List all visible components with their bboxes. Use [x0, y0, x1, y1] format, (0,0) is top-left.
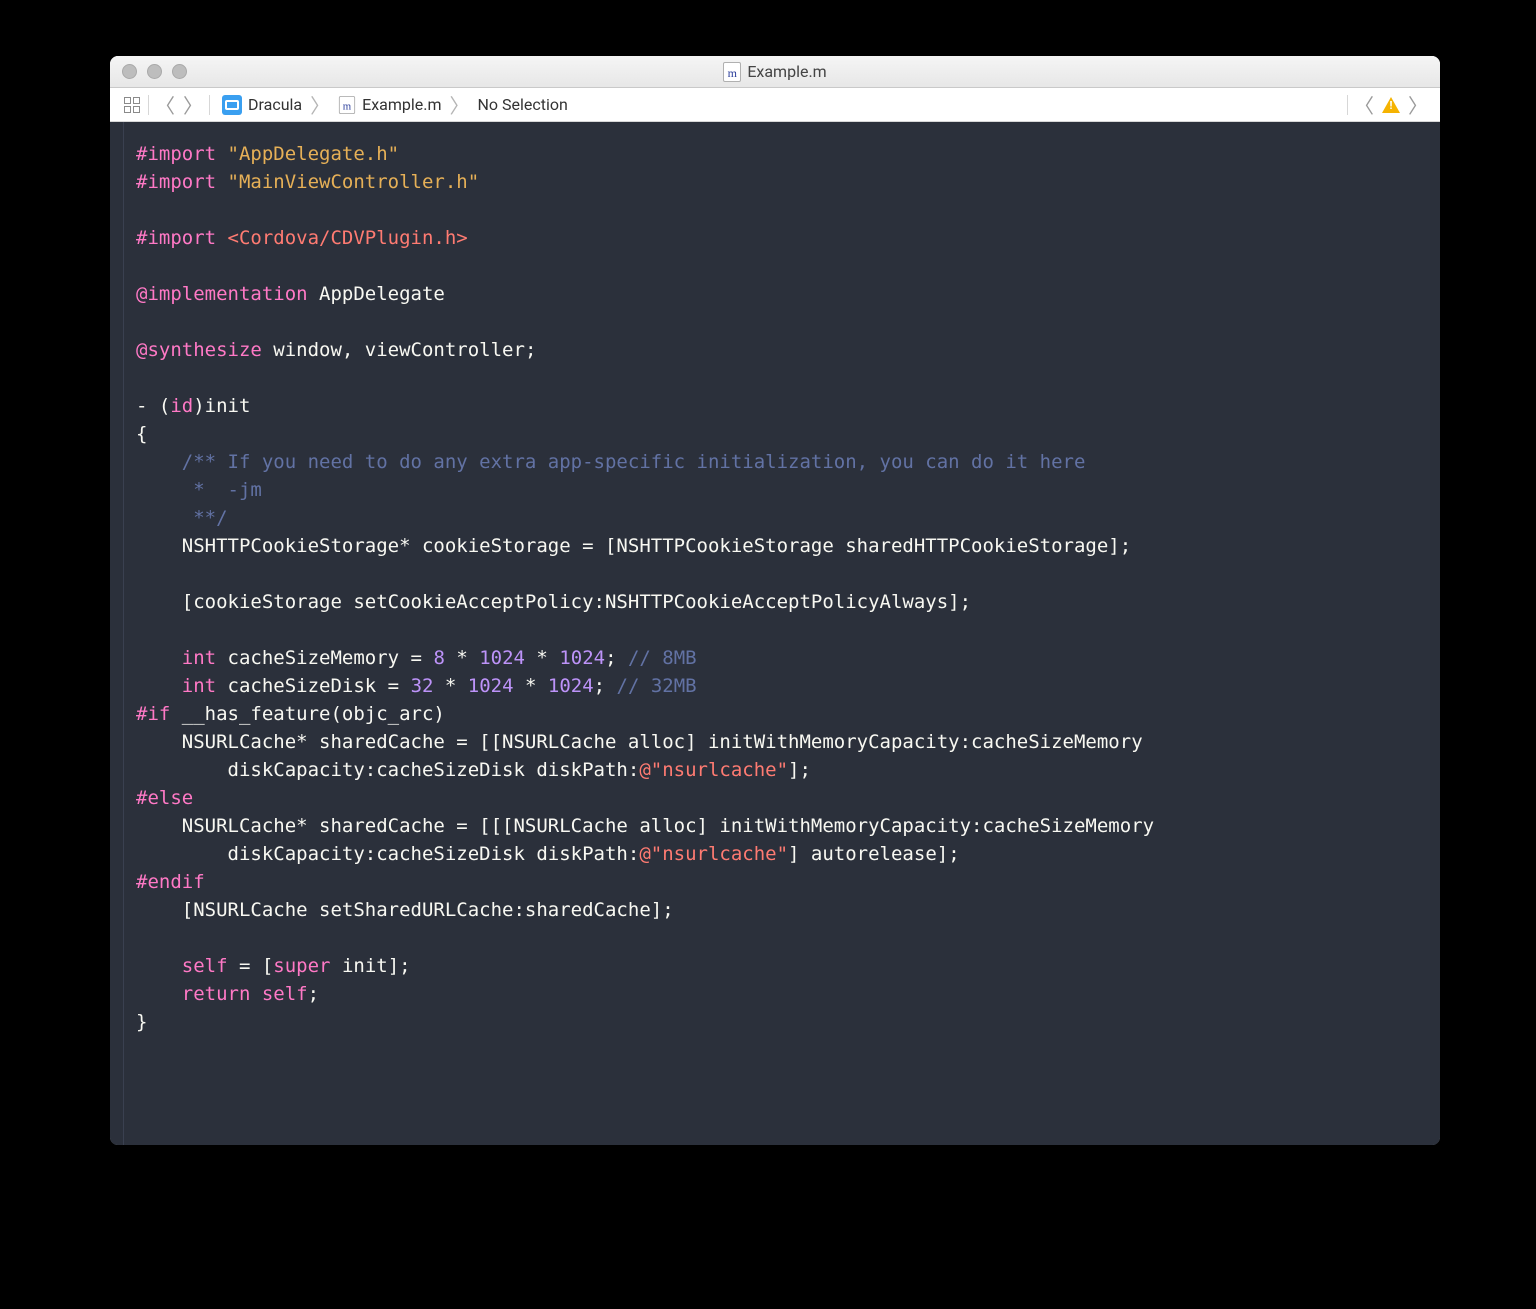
jump-bar: 〈 〉 Dracula 〉 Example.m 〉 No Selection 〈… [110, 88, 1440, 122]
editor-window: Example.m 〈 〉 Dracula 〉 Example.m 〉 No S… [110, 56, 1440, 1145]
related-items-button[interactable] [118, 92, 146, 118]
source-editor[interactable]: #import "AppDelegate.h" #import "MainVie… [124, 122, 1440, 1145]
separator [209, 95, 210, 115]
zoom-window-button[interactable] [172, 64, 187, 79]
nav-back-button[interactable]: 〈 [151, 92, 179, 118]
nav-forward-button[interactable]: 〉 [179, 92, 207, 118]
prev-issue-button[interactable]: 〈 [1350, 92, 1378, 118]
close-window-button[interactable] [122, 64, 137, 79]
objc-file-icon [339, 96, 355, 114]
crumb-selection[interactable]: No Selection [477, 95, 567, 114]
gutter[interactable] [110, 122, 124, 1145]
separator [1347, 95, 1348, 115]
project-icon [222, 95, 242, 115]
window-title-text: Example.m [747, 62, 826, 81]
titlebar[interactable]: Example.m [110, 56, 1440, 88]
objc-file-icon [723, 62, 741, 82]
crumb-file[interactable]: Example.m [362, 95, 441, 114]
breadcrumb: Dracula 〉 Example.m 〉 No Selection [212, 90, 578, 119]
separator [148, 95, 149, 115]
chevron-left-icon: 〈 [1354, 90, 1374, 119]
window-controls [110, 64, 187, 79]
chevron-right-icon: 〉 [183, 90, 203, 119]
minimize-window-button[interactable] [147, 64, 162, 79]
chevron-right-icon: 〉 [447, 90, 471, 119]
editor-area: #import "AppDelegate.h" #import "MainVie… [110, 122, 1440, 1145]
chevron-right-icon: 〉 [1408, 90, 1428, 119]
jump-bar-left: 〈 〉 Dracula 〉 Example.m 〉 No Selection [110, 90, 578, 119]
jump-bar-right: 〈 〉 [1345, 92, 1440, 118]
window-title: Example.m [110, 62, 1440, 82]
next-issue-button[interactable]: 〉 [1404, 92, 1432, 118]
warning-icon[interactable] [1382, 97, 1400, 113]
related-items-icon [122, 95, 142, 115]
crumb-project[interactable]: Dracula [248, 95, 302, 114]
chevron-right-icon: 〉 [308, 90, 332, 119]
chevron-left-icon: 〈 [155, 90, 175, 119]
